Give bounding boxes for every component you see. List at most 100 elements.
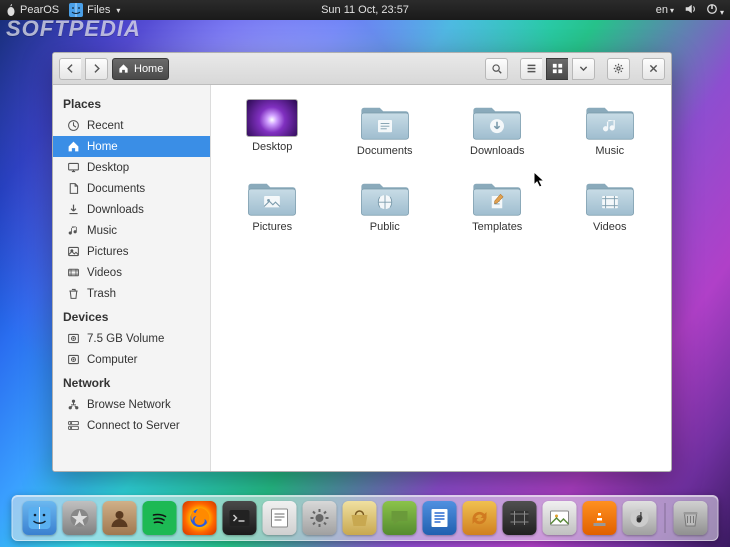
- server-icon: [67, 419, 80, 432]
- recent-icon: [67, 119, 80, 132]
- sidebar-item-label: Desktop: [87, 162, 129, 174]
- sidebar-item-label: 7.5 GB Volume: [87, 333, 164, 345]
- sidebar-item-computer[interactable]: Computer: [53, 349, 210, 370]
- music-icon: [67, 224, 80, 237]
- sidebar-item-recent[interactable]: Recent: [53, 115, 210, 136]
- grid-icon: [552, 63, 563, 74]
- chevron-down-icon: ▾: [116, 6, 120, 15]
- folder-label: Downloads: [470, 145, 524, 157]
- view-list-button[interactable]: [520, 58, 542, 80]
- folder-icon: [471, 99, 523, 141]
- sidebar-item-pictures[interactable]: Pictures: [53, 241, 210, 262]
- sidebar-item-label: Connect to Server: [87, 420, 180, 432]
- dock-app-updater[interactable]: [463, 501, 497, 535]
- dock-app-vlc[interactable]: [583, 501, 617, 535]
- sidebar-item-label: Computer: [87, 354, 138, 366]
- sidebar-item-label: Videos: [87, 267, 122, 279]
- sidebar-item-documents[interactable]: Documents: [53, 178, 210, 199]
- dock-app-trash-dock[interactable]: [674, 501, 708, 535]
- dock-app-store[interactable]: [343, 501, 377, 535]
- os-menu[interactable]: PearOS: [6, 4, 59, 16]
- sidebar-item-label: Recent: [87, 120, 123, 132]
- folder-label: Public: [370, 221, 400, 233]
- sidebar: Places Recent Home Desktop Documents Download…: [53, 85, 211, 471]
- desktop-icon: [67, 161, 80, 174]
- folder-videos[interactable]: Videos: [559, 175, 662, 233]
- dock-app-spotify[interactable]: [143, 501, 177, 535]
- sidebar-item-connect-to-server[interactable]: Connect to Server: [53, 415, 210, 436]
- mouse-cursor: [534, 172, 546, 190]
- sidebar-item-videos[interactable]: Videos: [53, 262, 210, 283]
- language-indicator[interactable]: en▾: [656, 4, 674, 16]
- folder-pictures[interactable]: Pictures: [221, 175, 324, 233]
- window-toolbar: Home: [53, 53, 671, 85]
- dock-app-text-editor[interactable]: [263, 501, 297, 535]
- path-label: Home: [134, 63, 163, 75]
- gear-icon: [613, 63, 624, 74]
- sidebar-item-label: Trash: [87, 288, 116, 300]
- view-grid-button[interactable]: [546, 58, 568, 80]
- network-icon: [67, 398, 80, 411]
- dock-app-photos-app[interactable]: [543, 501, 577, 535]
- dock-app-chat[interactable]: [383, 501, 417, 535]
- folder-music[interactable]: Music: [559, 99, 662, 157]
- folder-icon: [584, 175, 636, 217]
- dock-app-firefox[interactable]: [183, 501, 217, 535]
- folder-documents[interactable]: Documents: [334, 99, 437, 157]
- folder-icon: [246, 175, 298, 217]
- disk-icon: [67, 332, 80, 345]
- desktop-thumbnail-icon: [246, 99, 298, 137]
- folder-icon: [359, 175, 411, 217]
- dock-app-finder[interactable]: [23, 501, 57, 535]
- sidebar-item-7-5-gb-volume[interactable]: 7.5 GB Volume: [53, 328, 210, 349]
- nav-back-button[interactable]: [59, 58, 81, 80]
- sidebar-item-label: Pictures: [87, 246, 129, 258]
- top-menubar: PearOS Files ▾ Sun 11 Oct, 23:57 en▾ ▾: [0, 0, 730, 20]
- videos-icon: [67, 266, 80, 279]
- dock-app-movie[interactable]: [503, 501, 537, 535]
- os-name: PearOS: [20, 4, 59, 16]
- dock-app-writer[interactable]: [423, 501, 457, 535]
- folder-icon: [584, 99, 636, 141]
- dock-app-settings[interactable]: [303, 501, 337, 535]
- folder-public[interactable]: Public: [334, 175, 437, 233]
- sidebar-section-title: Network: [53, 370, 210, 394]
- dock: [12, 495, 719, 541]
- folder-desktop[interactable]: Desktop: [221, 99, 324, 157]
- dock-app-contacts[interactable]: [103, 501, 137, 535]
- view-options-button[interactable]: [572, 58, 595, 80]
- files-menu[interactable]: Files ▾: [69, 3, 120, 17]
- folder-label: Music: [595, 145, 624, 157]
- file-manager-window: Home Places Recent Home Desktop Documents Dow…: [52, 52, 672, 472]
- folder-label: Pictures: [252, 221, 292, 233]
- sidebar-item-desktop[interactable]: Desktop: [53, 157, 210, 178]
- folder-label: Desktop: [252, 141, 292, 153]
- sidebar-section-title: Devices: [53, 304, 210, 328]
- close-button[interactable]: [642, 58, 665, 80]
- window-menu-button[interactable]: [607, 58, 630, 80]
- dock-separator: [665, 503, 666, 533]
- sidebar-item-browse-network[interactable]: Browse Network: [53, 394, 210, 415]
- desktop-background: PearOS Files ▾ Sun 11 Oct, 23:57 en▾ ▾ S…: [0, 0, 730, 547]
- dock-app-launchpad[interactable]: [63, 501, 97, 535]
- sidebar-item-trash[interactable]: Trash: [53, 283, 210, 304]
- sidebar-item-downloads[interactable]: Downloads: [53, 199, 210, 220]
- content-area[interactable]: Desktop Documents Downloads Music Pictures Pu…: [211, 85, 671, 471]
- folder-downloads[interactable]: Downloads: [446, 99, 549, 157]
- sidebar-section-title: Places: [53, 91, 210, 115]
- pictures-icon: [67, 245, 80, 258]
- dock-app-terminal[interactable]: [223, 501, 257, 535]
- nav-forward-button[interactable]: [85, 58, 108, 80]
- list-icon: [526, 63, 537, 74]
- power-menu[interactable]: ▾: [706, 3, 724, 18]
- sound-indicator[interactable]: [684, 3, 696, 18]
- path-home-button[interactable]: Home: [112, 58, 169, 80]
- sidebar-item-music[interactable]: Music: [53, 220, 210, 241]
- trash-icon: [67, 287, 80, 300]
- sidebar-item-home[interactable]: Home: [53, 136, 210, 157]
- dock-app-music-player[interactable]: [623, 501, 657, 535]
- search-icon: [491, 63, 502, 74]
- clock[interactable]: Sun 11 Oct, 23:57: [321, 4, 409, 16]
- sidebar-item-label: Documents: [87, 183, 145, 195]
- search-button[interactable]: [485, 58, 508, 80]
